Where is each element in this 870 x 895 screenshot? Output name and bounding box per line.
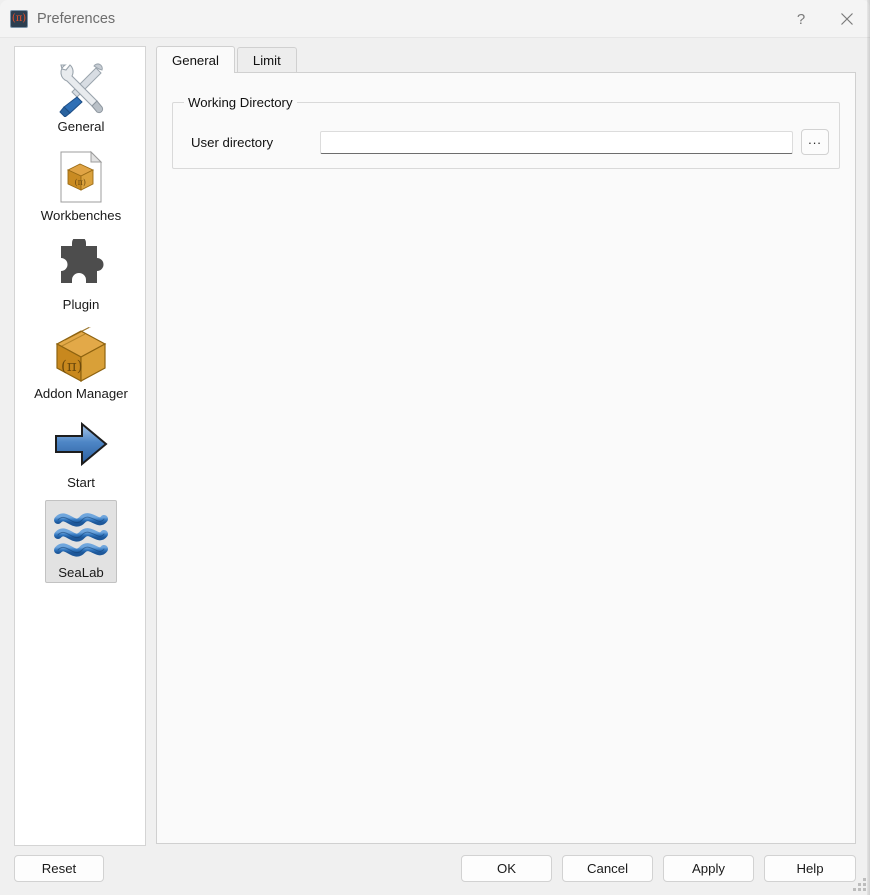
tab-panel-general: Working Directory User directory ... xyxy=(156,72,856,844)
svg-text:(π): (π) xyxy=(74,178,86,187)
sidebar-item-sealab[interactable]: SeaLab xyxy=(15,492,146,583)
sidebar-item-start-label: Start xyxy=(67,475,95,490)
wrench-screwdriver-icon xyxy=(51,59,111,117)
pi-app-icon: (π) xyxy=(10,10,28,28)
sidebar-item-start-badge: Start xyxy=(46,411,116,492)
user-directory-row: User directory ... xyxy=(173,127,841,157)
working-directory-group-title: Working Directory xyxy=(184,95,297,110)
preferences-window: (π) Preferences ? xyxy=(0,0,870,895)
ok-button[interactable]: OK xyxy=(461,855,552,882)
sidebar-item-addon-manager[interactable]: (π) Addon Manager xyxy=(15,314,146,403)
dialog-footer: Reset OK Cancel Apply Help xyxy=(0,846,870,895)
title-bar[interactable]: (π) Preferences ? xyxy=(0,0,870,38)
cancel-button[interactable]: Cancel xyxy=(562,855,653,882)
sidebar-item-general-label: General xyxy=(58,119,105,134)
sidebar-item-general-badge: General xyxy=(45,55,117,136)
puzzle-piece-icon xyxy=(52,237,110,295)
sidebar-item-general[interactable]: General xyxy=(15,47,146,136)
three-waves-icon xyxy=(52,505,110,563)
svg-text:(π): (π) xyxy=(61,357,83,375)
reset-button[interactable]: Reset xyxy=(14,855,104,882)
preferences-category-list[interactable]: General xyxy=(14,46,146,846)
user-directory-label: User directory xyxy=(173,135,320,150)
dialog-body: General xyxy=(0,38,870,846)
apply-button[interactable]: Apply xyxy=(663,855,754,882)
window-buttons: ? xyxy=(778,0,870,38)
pi-app-icon-glyph: (π) xyxy=(12,14,26,24)
sidebar-item-workbenches-label: Workbenches xyxy=(41,208,121,223)
sidebar-item-addon-manager-label: Addon Manager xyxy=(34,386,128,401)
help-icon[interactable]: ? xyxy=(778,0,824,38)
help-button[interactable]: Help xyxy=(764,855,856,882)
tab-limit[interactable]: Limit xyxy=(237,47,297,73)
sidebar-item-plugin-label: Plugin xyxy=(63,297,100,312)
sidebar-item-plugin[interactable]: Plugin xyxy=(15,225,146,314)
user-directory-input[interactable] xyxy=(320,131,793,154)
box-document-icon: (π) xyxy=(52,148,110,206)
working-directory-group: Working Directory User directory ... xyxy=(172,102,840,169)
close-icon[interactable] xyxy=(824,0,870,38)
blue-arrow-right-icon xyxy=(52,415,110,473)
sidebar-item-sealab-badge: SeaLab xyxy=(45,500,117,583)
sidebar-item-plugin-badge: Plugin xyxy=(46,233,116,314)
sidebar-item-sealab-label: SeaLab xyxy=(58,565,103,580)
tab-general[interactable]: General xyxy=(156,46,235,73)
browse-directory-button[interactable]: ... xyxy=(801,129,829,155)
sidebar-item-addon-manager-badge: (π) Addon Manager xyxy=(28,322,134,403)
sidebar-item-workbenches-badge: (π) Workbenches xyxy=(35,144,127,225)
sidebar-item-workbenches[interactable]: (π) Workbenches xyxy=(15,136,146,225)
box-pi-icon: (π) xyxy=(52,326,110,384)
window-title: Preferences xyxy=(37,11,115,27)
tab-strip: General Limit xyxy=(156,46,856,73)
preferences-pane: General Limit Working Directory User dir… xyxy=(156,46,856,846)
resize-grip[interactable] xyxy=(853,878,866,891)
sidebar-item-start[interactable]: Start xyxy=(15,403,146,492)
